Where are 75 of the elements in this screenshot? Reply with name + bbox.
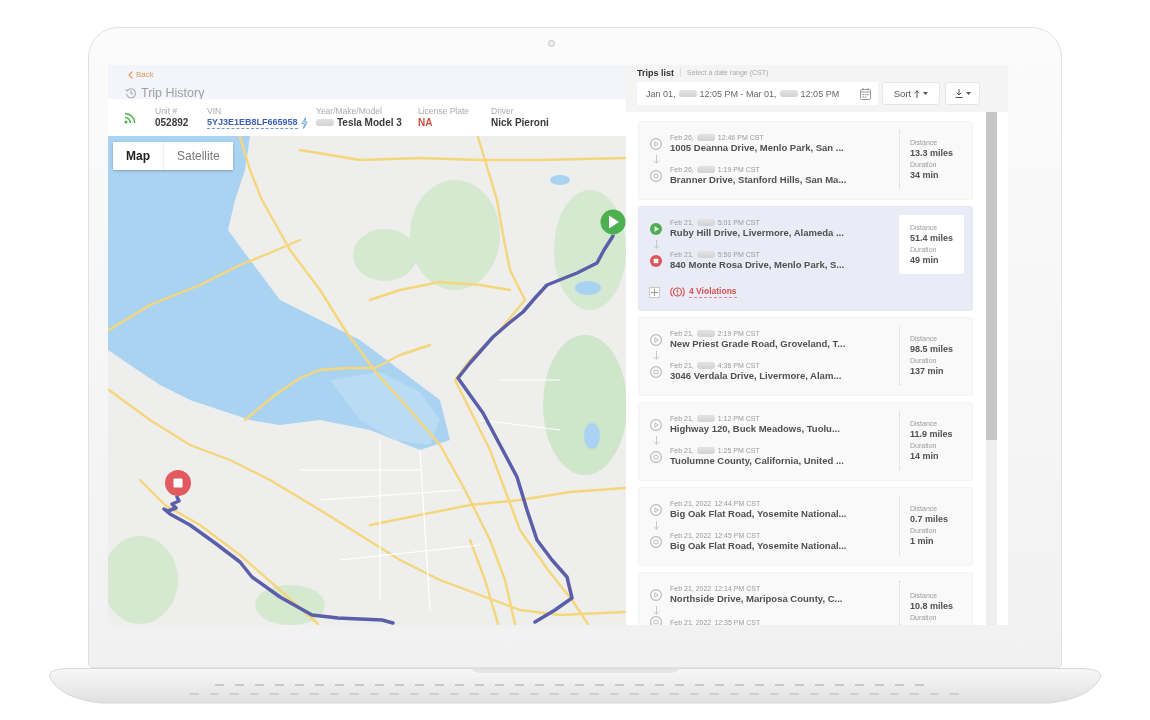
duration-value: 1 min xyxy=(910,534,935,548)
stop-address: Highway 120, Buck Meadows, Tuolu... xyxy=(670,423,840,435)
chevron-left-icon xyxy=(128,71,133,79)
stop-address: 1005 Deanna Drive, Menlo Park, San ... xyxy=(670,142,844,154)
stop-circle-icon xyxy=(650,365,662,378)
stop-address: Ruby Hill Drive, Livermore, Alameda ... xyxy=(670,227,844,239)
stop-address: Big Oak Flat Road, Yosemite National... xyxy=(670,540,847,552)
info-value: NA xyxy=(418,117,433,128)
caret-icon xyxy=(923,92,929,95)
history-icon xyxy=(125,87,137,99)
down-arrow-icon xyxy=(653,436,660,445)
play-circle-icon xyxy=(650,588,662,601)
stop-circle-icon xyxy=(650,450,662,463)
info-label: License Plate xyxy=(418,106,471,116)
up-arrow-icon xyxy=(914,89,921,98)
info-label: Driver xyxy=(491,106,515,116)
stop-circle-icon xyxy=(650,254,662,267)
webcam-icon xyxy=(548,40,555,47)
stop-circle-icon xyxy=(650,616,662,625)
down-arrow-icon xyxy=(653,521,660,530)
stop-address: Big Oak Flat Road, Yosemite National... xyxy=(670,508,847,520)
duration-value: 137 min xyxy=(910,364,945,378)
down-arrow-icon xyxy=(653,240,660,249)
stop-address: 3046 Verdala Drive, Livermore, Alam... xyxy=(670,370,842,382)
info-label: VIN xyxy=(207,106,223,116)
bolt-icon xyxy=(300,116,308,129)
play-circle-icon xyxy=(650,333,662,346)
stop-circle-icon xyxy=(650,535,662,548)
distance-value: 0.7 miles xyxy=(910,512,950,526)
duration-value: 14 min xyxy=(910,449,940,463)
distance-value: 11.9 miles xyxy=(910,427,954,441)
signal-icon xyxy=(124,111,136,124)
distance-value: 10.8 miles xyxy=(910,599,955,613)
info-value: 052892 xyxy=(155,117,189,128)
distance-value: 51.4 miles xyxy=(910,231,955,245)
play-circle-icon xyxy=(650,137,662,150)
distance-value: 98.5 miles xyxy=(910,342,955,356)
stop-address: 840 Monte Rosa Drive, Menlo Park, S... xyxy=(670,259,845,271)
date-range-field[interactable]: Jan 01, 12:05 PM - Mar 01, 12:05 PM xyxy=(637,82,878,105)
info-value: Tesla Model 3 xyxy=(337,117,402,128)
down-arrow-icon xyxy=(653,606,660,615)
info-label: Year/Make/Model xyxy=(316,106,383,116)
stop-marker-icon[interactable] xyxy=(165,470,191,496)
play-circle-icon xyxy=(650,418,662,431)
alert-icon xyxy=(670,286,685,298)
play-circle-icon xyxy=(650,222,662,235)
scrollbar[interactable] xyxy=(986,112,997,625)
info-value: Nick Pieroni xyxy=(491,117,549,128)
down-arrow-icon xyxy=(653,351,660,360)
stop-address: Tuolumne County, California, United ... xyxy=(670,455,844,467)
map-type-tab[interactable]: Map xyxy=(113,142,163,170)
page-title: Trip History xyxy=(141,86,205,100)
expand-button[interactable] xyxy=(649,286,660,298)
start-marker-icon[interactable] xyxy=(600,209,626,235)
scrollbar-thumb[interactable] xyxy=(986,112,997,440)
blur-patch-icon xyxy=(316,119,334,126)
duration-value: 49 min xyxy=(910,253,940,267)
download-button[interactable] xyxy=(945,82,980,105)
info-link[interactable]: 5YJ3E1EB8LF665958 xyxy=(207,116,298,129)
stop-address: Northside Drive, Mariposa County, C... xyxy=(670,593,843,605)
stop-circle-icon xyxy=(650,169,662,182)
panel-title: Trips list xyxy=(637,67,674,78)
sort-button[interactable]: Sort xyxy=(882,82,940,105)
down-arrow-icon xyxy=(653,155,660,164)
duration-value: 34 min xyxy=(910,168,940,182)
stop-address: Branner Drive, Stanford Hills, San Ma... xyxy=(670,174,847,186)
map-type-tab[interactable]: Satellite xyxy=(163,142,233,170)
distance-value: 13.3 miles xyxy=(910,146,955,160)
play-circle-icon xyxy=(650,503,662,516)
stop-address: New Priest Grade Road, Groveland, T... xyxy=(670,338,846,350)
info-label: Unit # xyxy=(155,106,179,116)
calendar-icon xyxy=(860,87,871,100)
caret-icon xyxy=(965,92,971,95)
download-icon xyxy=(954,89,963,98)
plus-icon xyxy=(651,288,658,296)
